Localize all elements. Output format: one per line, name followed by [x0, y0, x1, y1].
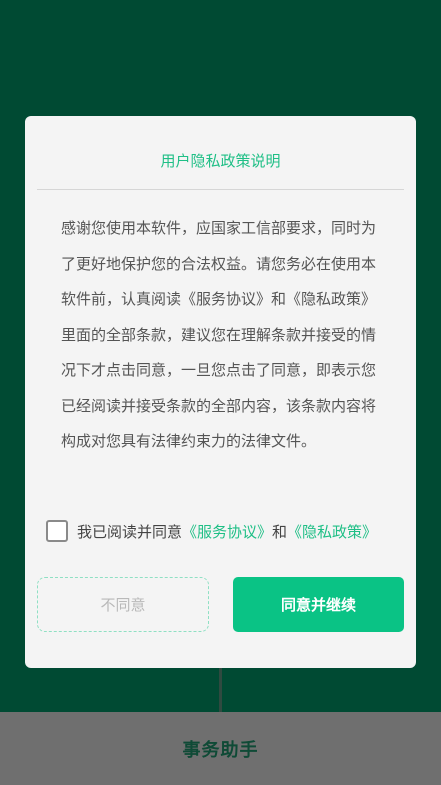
and-text: 和	[272, 522, 288, 541]
title-divider	[37, 189, 404, 190]
app-title: 事务助手	[182, 739, 259, 761]
disagree-button[interactable]: 不同意	[37, 577, 209, 632]
privacy-policy-link[interactable]: 《隐私政策》	[287, 521, 377, 542]
dialog-body-text: 感谢您使用本软件，应国家工信部要求，同时为了更好地保护您的合法权益。请您务必在使…	[61, 219, 377, 450]
agree-prefix-text: 我已阅读并同意	[77, 522, 183, 541]
agree-continue-button[interactable]: 同意并继续	[233, 577, 404, 632]
agree-row: 我已阅读并同意 《服务协议》 和 《隐私政策》	[46, 518, 406, 544]
bottom-bar: 事务助手	[0, 712, 441, 785]
dialog-title: 用户隐私政策说明	[160, 152, 281, 170]
agree-checkbox[interactable]	[46, 520, 68, 542]
service-agreement-link[interactable]: 《服务协议》	[182, 521, 272, 542]
privacy-dialog: 用户隐私政策说明 感谢您使用本软件，应国家工信部要求，同时为了更好地保护您的合法…	[25, 116, 416, 668]
divider-line	[219, 668, 222, 712]
